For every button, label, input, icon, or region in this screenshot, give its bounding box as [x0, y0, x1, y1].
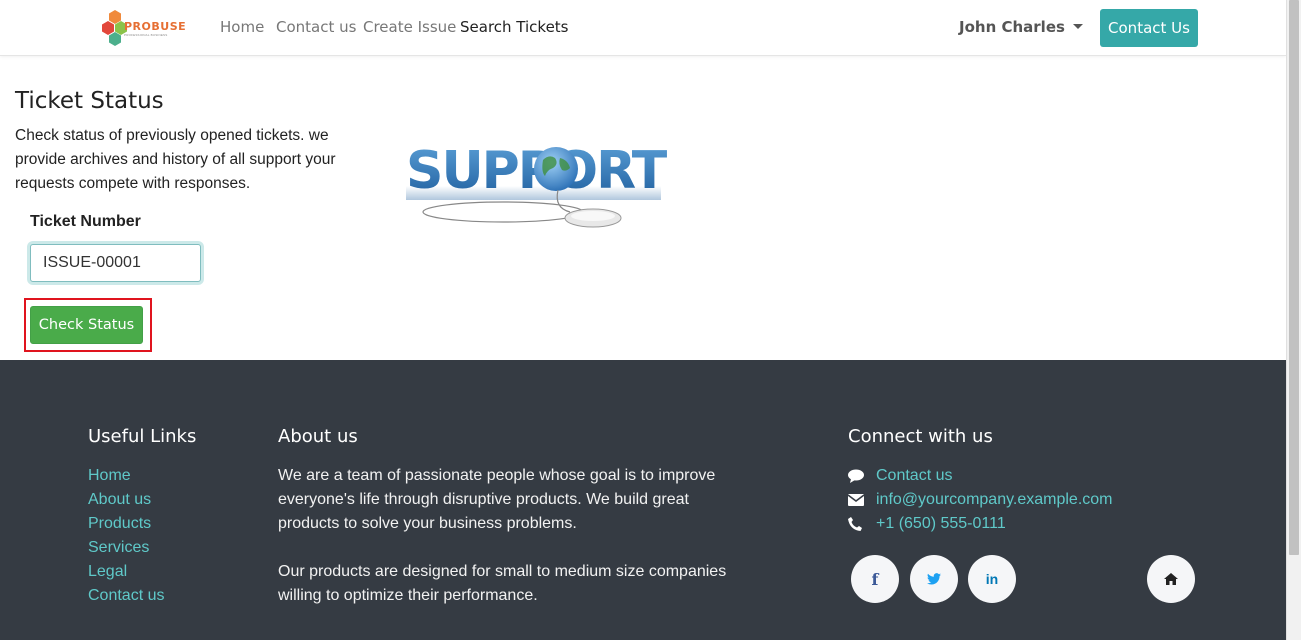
logo-subtext: PROFESSIONAL BUSINESS: [124, 33, 168, 37]
footer-link-contact-us[interactable]: Contact us: [88, 584, 164, 608]
ticket-number-input[interactable]: [30, 244, 201, 282]
contact-us-button[interactable]: Contact Us: [1100, 9, 1198, 47]
facebook-icon[interactable]: f: [851, 555, 899, 603]
logo-text: PROBUSE: [124, 20, 187, 33]
home-icon[interactable]: [1147, 555, 1195, 603]
footer: Useful Links Home About us Products Serv…: [0, 360, 1286, 640]
connect-email[interactable]: info@yourcompany.example.com: [848, 488, 1113, 512]
useful-links-heading: Useful Links: [88, 426, 197, 447]
linkedin-icon[interactable]: in: [968, 555, 1016, 603]
nav-contact-us[interactable]: Contact us: [276, 18, 356, 36]
footer-link-products[interactable]: Products: [88, 512, 164, 536]
user-name: John Charles: [959, 18, 1065, 36]
nav-search-tickets[interactable]: Search Tickets: [460, 18, 569, 36]
connect-list: Contact us info@yourcompany.example.com …: [848, 464, 1113, 536]
connect-contact-us[interactable]: Contact us: [848, 464, 1113, 488]
phone-icon: [848, 517, 876, 531]
caret-down-icon: [1072, 24, 1083, 29]
support-image: SUPPORT: [388, 130, 678, 240]
linkedin-glyph: in: [985, 571, 999, 587]
about-paragraph-2: Our products are designed for small to m…: [278, 563, 727, 604]
about-us-text: We are a team of passionate people whose…: [278, 464, 728, 608]
about-us-heading: About us: [278, 426, 358, 447]
connect-email-label: info@yourcompany.example.com: [876, 491, 1113, 508]
connect-phone-label: +1 (650) 555-0111: [876, 515, 1006, 532]
footer-link-home[interactable]: Home: [88, 464, 164, 488]
facebook-glyph: f: [871, 569, 879, 589]
footer-link-services[interactable]: Services: [88, 536, 164, 560]
comment-icon: [848, 469, 876, 483]
twitter-icon[interactable]: [910, 555, 958, 603]
about-paragraph-1: We are a team of passionate people whose…: [278, 467, 716, 532]
probuse-logo[interactable]: PROBUSE PROFESSIONAL BUSINESS: [100, 8, 186, 48]
nav-create-issue[interactable]: Create Issue: [363, 18, 456, 36]
footer-link-legal[interactable]: Legal: [88, 560, 164, 584]
envelope-icon: [848, 494, 876, 506]
connect-phone[interactable]: +1 (650) 555-0111: [848, 512, 1113, 536]
page-scrollbar[interactable]: [1286, 0, 1301, 640]
page-title: Ticket Status: [15, 88, 164, 114]
top-navbar: PROBUSE PROFESSIONAL BUSINESS Home Conta…: [0, 0, 1286, 56]
useful-links-list: Home About us Products Services Legal Co…: [88, 464, 164, 608]
user-dropdown[interactable]: John Charles: [959, 18, 1083, 36]
nav-home[interactable]: Home: [220, 18, 264, 36]
connect-contact-us-label: Contact us: [876, 467, 953, 484]
check-status-button[interactable]: Check Status: [30, 306, 143, 344]
ticket-number-label: Ticket Number: [30, 213, 141, 230]
connect-heading: Connect with us: [848, 426, 993, 447]
scrollbar-thumb[interactable]: [1289, 0, 1299, 555]
footer-link-about-us[interactable]: About us: [88, 488, 164, 512]
page-description: Check status of previously opened ticket…: [15, 127, 336, 192]
